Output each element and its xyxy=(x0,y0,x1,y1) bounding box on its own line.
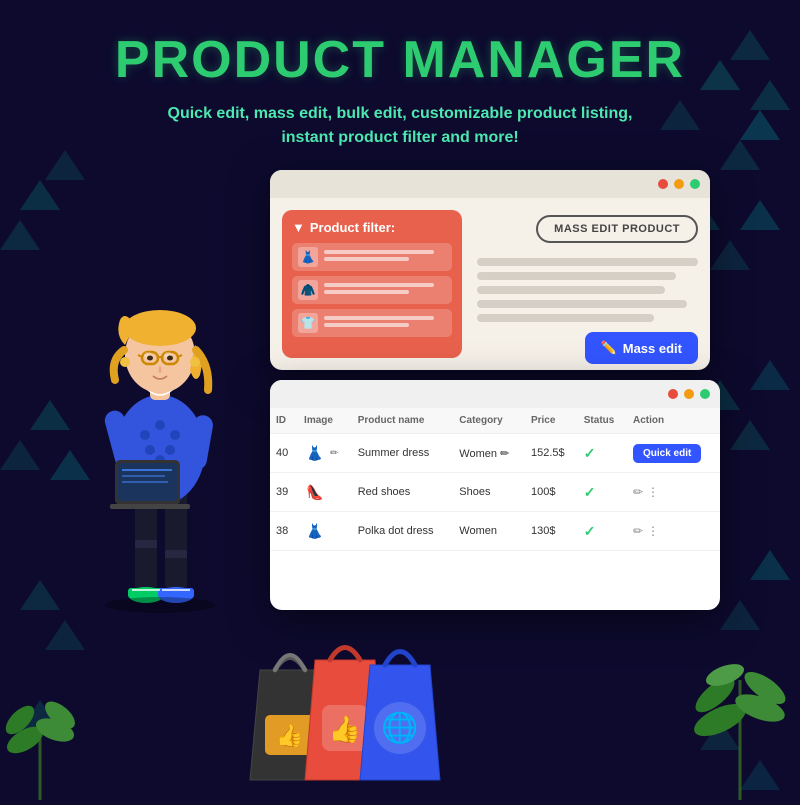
col-action: Action xyxy=(627,408,720,434)
table-header-row: ID Image Product name Category Price Sta… xyxy=(270,408,720,434)
filter-box: ▼ Product filter: 👗 🧥 xyxy=(282,210,462,358)
col-product-name: Product name xyxy=(352,408,454,434)
filter-line xyxy=(324,257,409,261)
product-thumbnail: 👠 xyxy=(304,481,326,503)
cell-action[interactable]: ✏ ⋮ xyxy=(627,512,720,551)
status-check-icon: ✓ xyxy=(584,484,596,500)
status-check-icon: ✓ xyxy=(584,445,596,461)
filter-lines-2 xyxy=(324,283,446,297)
cell-product-name: Red shoes xyxy=(352,473,454,512)
product-icon-2: 🧥 xyxy=(298,280,318,300)
mass-edit-action-button[interactable]: ✏️ Mass edit xyxy=(585,332,698,364)
filter-line xyxy=(324,323,409,327)
cell-category: Women ✏ xyxy=(453,434,525,473)
panel-bottom: ID Image Product name Category Price Sta… xyxy=(270,380,720,610)
cell-status: ✓ xyxy=(578,434,627,473)
filter-line xyxy=(324,283,434,287)
filter-lines-1 xyxy=(324,250,446,264)
filter-title: ▼ Product filter: xyxy=(292,220,452,235)
main-title: PRODUCT MANAGER xyxy=(0,30,800,90)
cell-product-name: Summer dress xyxy=(352,434,454,473)
panel-top: ▼ Product filter: 👗 🧥 xyxy=(270,170,710,370)
cell-status: ✓ xyxy=(578,512,627,551)
more-options-icon[interactable]: ⋮ xyxy=(647,485,659,499)
content-line xyxy=(477,272,676,280)
product-icon-3: 👕 xyxy=(298,313,318,333)
filter-line xyxy=(324,290,409,294)
product-table: ID Image Product name Category Price Sta… xyxy=(270,408,720,551)
edit-icon: ✏️ xyxy=(601,340,617,356)
character-illustration xyxy=(60,180,260,680)
content-line xyxy=(477,258,698,266)
table-row: 38 👗 Polka dot dress Women 130$ ✓ ✏ xyxy=(270,512,720,551)
cell-price: 100$ xyxy=(525,473,578,512)
table-row: 40 👗 ✏ Summer dress Women ✏ 152.5$ ✓ xyxy=(270,434,720,473)
filter-lines-3 xyxy=(324,316,446,330)
window-dot-green xyxy=(690,179,700,189)
mass-edit-product-button[interactable]: MASS EDIT PRODUCT xyxy=(536,215,698,243)
more-options-icon[interactable]: ⋮ xyxy=(647,524,659,538)
cell-image: 👗 xyxy=(298,512,352,551)
edit-pencil-icon[interactable]: ✏ xyxy=(330,448,338,459)
filter-icon: ▼ xyxy=(292,220,305,235)
svg-text:👍: 👍 xyxy=(276,723,303,748)
cell-action[interactable]: Quick edit xyxy=(627,434,720,473)
panel-top-bar xyxy=(270,170,710,198)
cell-image: 👗 ✏ xyxy=(298,434,352,473)
cell-id: 40 xyxy=(270,434,298,473)
subtitle: Quick edit, mass edit, bulk edit, custom… xyxy=(0,102,800,150)
content-area: ▼ Product filter: 👗 🧥 xyxy=(0,160,800,800)
product-thumbnail: 👗 xyxy=(304,520,326,542)
window-dot-yellow xyxy=(674,179,684,189)
header: PRODUCT MANAGER Quick edit, mass edit, b… xyxy=(0,0,800,150)
filter-item-1[interactable]: 👗 xyxy=(292,243,452,271)
product-icon-1: 👗 xyxy=(298,247,318,267)
shopping-bags: 👍 👍 🌐 xyxy=(240,620,470,800)
edit-icon[interactable]: ✏ xyxy=(633,485,643,499)
cell-product-name: Polka dot dress xyxy=(352,512,454,551)
product-thumbnail: 👗 xyxy=(304,442,326,464)
cell-image: 👠 xyxy=(298,473,352,512)
table-row: 39 👠 Red shoes Shoes 100$ ✓ ✏ xyxy=(270,473,720,512)
plant-right xyxy=(690,620,790,800)
cell-action[interactable]: ✏ ⋮ xyxy=(627,473,720,512)
panel-top-content: ▼ Product filter: 👗 🧥 xyxy=(270,198,710,370)
cell-id: 38 xyxy=(270,512,298,551)
panel-top-right: MASS EDIT PRODUCT ✏️ Mass edit xyxy=(477,210,698,358)
col-status: Status xyxy=(578,408,627,434)
edit-icon[interactable]: ✏ xyxy=(633,524,643,538)
window-dot-green-2 xyxy=(700,389,710,399)
col-price: Price xyxy=(525,408,578,434)
content-line xyxy=(477,300,687,308)
content-line xyxy=(477,314,654,322)
col-image: Image xyxy=(298,408,352,434)
status-check-icon: ✓ xyxy=(584,523,596,539)
cell-price: 130$ xyxy=(525,512,578,551)
window-dot-yellow-2 xyxy=(684,389,694,399)
bags-svg: 👍 👍 🌐 xyxy=(240,620,470,800)
filter-line xyxy=(324,316,434,320)
filter-line xyxy=(324,250,434,254)
cell-price: 152.5$ xyxy=(525,434,578,473)
product-table-container: ID Image Product name Category Price Sta… xyxy=(270,408,720,551)
col-category: Category xyxy=(453,408,525,434)
mass-edit-btn-container: MASS EDIT PRODUCT xyxy=(477,210,698,243)
svg-text:🌐: 🌐 xyxy=(381,710,418,745)
cell-category: Women xyxy=(453,512,525,551)
cell-category: Shoes xyxy=(453,473,525,512)
quick-edit-button[interactable]: Quick edit xyxy=(633,444,701,463)
svg-text:👍: 👍 xyxy=(329,714,361,744)
content-line xyxy=(477,286,665,294)
cell-status: ✓ xyxy=(578,473,627,512)
content-lines xyxy=(477,253,698,322)
filter-item-2[interactable]: 🧥 xyxy=(292,276,452,304)
window-dot-red-2 xyxy=(668,389,678,399)
panel-bottom-bar xyxy=(270,380,720,408)
window-dot-red xyxy=(658,179,668,189)
cell-id: 39 xyxy=(270,473,298,512)
filter-item-3[interactable]: 👕 xyxy=(292,309,452,337)
col-id: ID xyxy=(270,408,298,434)
